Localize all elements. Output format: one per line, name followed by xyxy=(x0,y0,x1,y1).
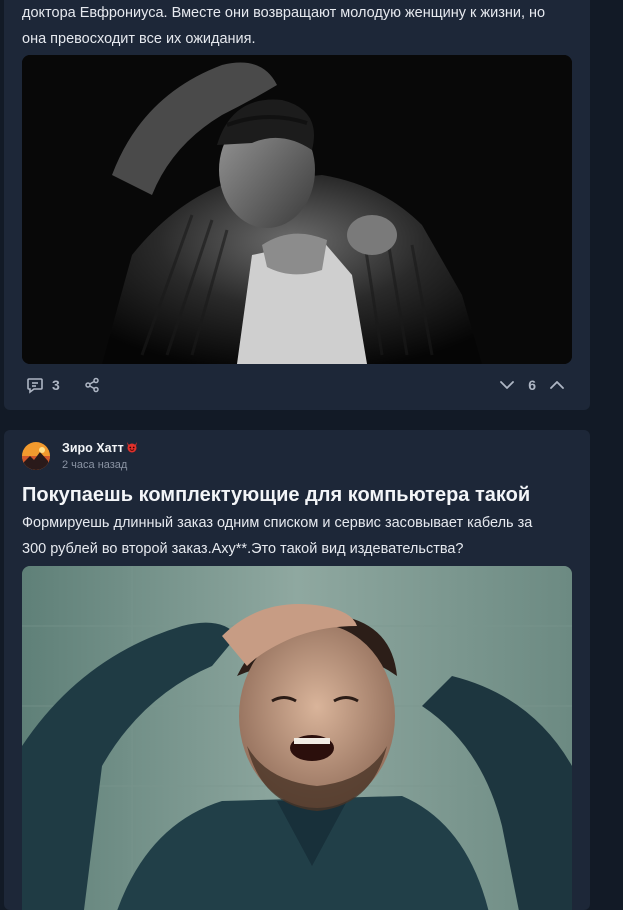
vote-down-button[interactable] xyxy=(498,372,516,398)
chevron-up-icon xyxy=(548,376,566,394)
post-image[interactable] xyxy=(22,566,572,910)
comments-count: 3 xyxy=(52,377,60,393)
post-rating: 6 xyxy=(528,377,536,393)
author-name-text: Зиро Хатт xyxy=(62,441,124,455)
post-text: доктора Евфрониуса. Вместе они возвращаю… xyxy=(22,0,572,52)
post-title[interactable]: Покупаешь комплектующие для компьютера т… xyxy=(22,482,582,508)
post-text-line: она превосходит все их ожидания. xyxy=(22,31,256,47)
chevron-down-icon xyxy=(498,376,516,394)
red-devil-emoji-icon xyxy=(126,441,138,457)
post-text-line: 300 рублей во второй заказ.Аху**.Это так… xyxy=(22,541,464,557)
comment-bubble-icon xyxy=(26,376,44,394)
post-text: Формируешь длинный заказ одним списком и… xyxy=(22,510,572,562)
post-author[interactable]: Зиро Хатт 2 часа назад xyxy=(22,440,138,472)
comments-button[interactable]: 3 xyxy=(26,372,60,398)
post-text-line: доктора Евфрониуса. Вместе они возвращаю… xyxy=(22,5,546,21)
post-time: 2 часа назад xyxy=(62,458,128,471)
post-card-2: Зиро Хатт 2 часа назад Покупаешь комплек… xyxy=(4,430,590,910)
post-card-1: доктора Евфрониуса. Вместе они возвращаю… xyxy=(4,0,590,410)
author-name[interactable]: Зиро Хатт xyxy=(62,441,138,457)
vote-up-button[interactable] xyxy=(548,372,566,398)
share-icon xyxy=(84,377,100,393)
post-image[interactable] xyxy=(22,55,572,364)
share-button[interactable] xyxy=(84,372,100,398)
post-footer: 3 6 xyxy=(22,372,572,398)
post-text-line: Формируешь длинный заказ одним списком и… xyxy=(22,515,533,531)
avatar[interactable] xyxy=(22,442,50,470)
author-meta: Зиро Хатт 2 часа назад xyxy=(62,441,138,472)
